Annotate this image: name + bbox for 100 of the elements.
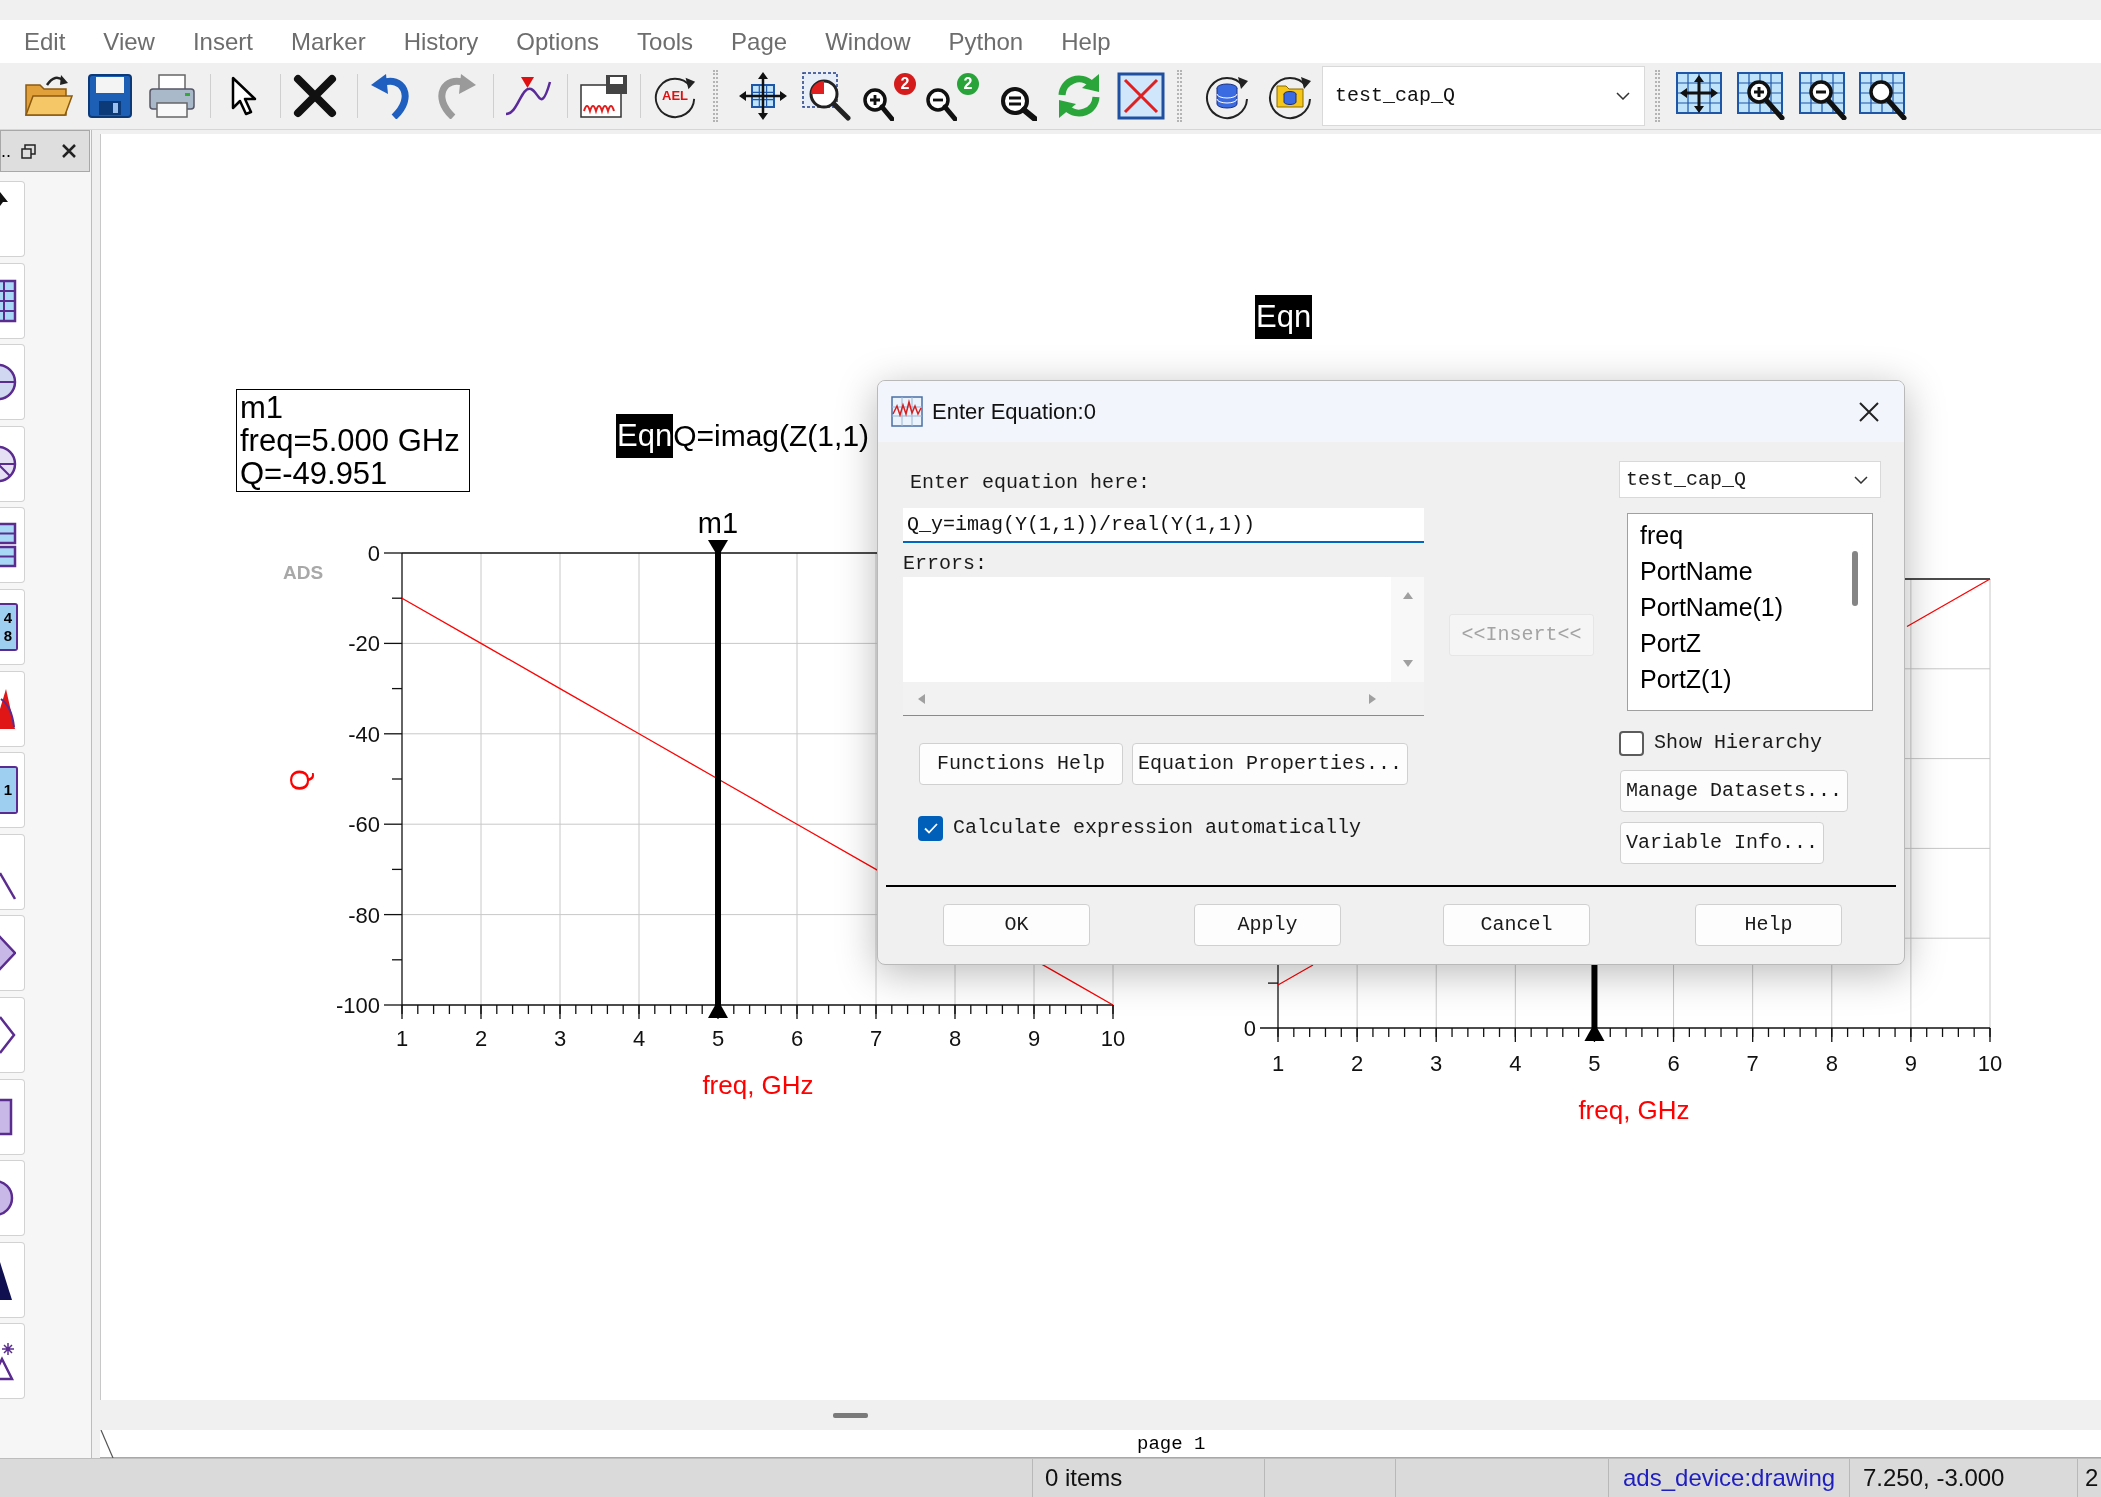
equation-field[interactable]: Q_y=imag(Y(1,1))/real(Y(1,1)) (903, 508, 1424, 543)
palette-button[interactable] (0, 181, 25, 257)
variable-item[interactable]: freq (1628, 517, 1838, 553)
checkbox[interactable] (918, 815, 943, 841)
status-text: ads_device:drawing (1623, 1463, 1836, 1493)
checkbox-label: Show Hierarchy (1654, 730, 1823, 756)
digit-label: 1 (3, 781, 13, 800)
menu-item[interactable]: Python (929, 25, 1043, 58)
dialog-button[interactable]: Variable Info... (1620, 822, 1824, 864)
palette-button[interactable] (0, 262, 25, 339)
splitter-handle[interactable] (833, 1412, 868, 1418)
stacked-table-icon[interactable] (0, 522, 17, 569)
plot-tag-label: ADS (283, 562, 324, 583)
restore-window-icon[interactable] (21, 143, 36, 159)
digit-label: 4 (3, 608, 13, 627)
diamond-icon[interactable] (0, 935, 16, 972)
sparkle-icon[interactable] (0, 1341, 16, 1382)
grid-zoom-icon[interactable] (1859, 72, 1907, 120)
dialog-button[interactable]: Cancel (1443, 904, 1590, 946)
zoom-in-icon[interactable] (862, 87, 894, 121)
dialog-title: Enter Equation:0 (932, 398, 1096, 426)
palette-button[interactable] (0, 1160, 25, 1237)
circle-cross-icon[interactable] (0, 443, 17, 484)
zoom-window-icon[interactable] (801, 71, 851, 121)
cursor-arrow-icon[interactable] (0, 192, 8, 206)
palette-button[interactable] (0, 1323, 25, 1400)
x-box-icon[interactable] (1117, 72, 1165, 120)
marker-curve-icon[interactable] (503, 74, 553, 118)
zoom-factor-badge: 2 (957, 73, 979, 95)
x-axis-title: freq, GHz (1578, 1095, 1690, 1125)
zoom-out-icon[interactable] (925, 87, 957, 121)
chevron-icon[interactable] (0, 1014, 16, 1055)
move-arrows-icon[interactable] (738, 71, 788, 121)
circle-grid-icon[interactable] (0, 362, 17, 403)
palette-button[interactable] (0, 425, 25, 502)
palette-button[interactable] (0, 507, 25, 584)
menu-item[interactable]: Help (1042, 25, 1130, 58)
dialog-button[interactable]: Help (1695, 904, 1842, 946)
field-label: Errors: (903, 552, 988, 576)
dialog-button[interactable]: OK (943, 904, 1090, 946)
tab-edge-line (100, 1429, 114, 1458)
cross-icon[interactable] (293, 74, 337, 118)
marker-label: m1 (697, 507, 739, 539)
dialog-button[interactable]: Apply (1194, 904, 1341, 946)
diagonal-line-icon[interactable] (0, 870, 16, 901)
x-tick-label: 10 (1977, 1051, 2003, 1076)
dataset-dropdown[interactable]: test_cap_Q (1322, 66, 1645, 126)
x-tick-label: 7 (869, 1026, 883, 1051)
x-tick-label: 5 (1588, 1051, 1601, 1076)
palette-button[interactable] (0, 915, 25, 992)
variable-list[interactable]: freq PortName PortName(1) PortZ PortZ(1) (1627, 513, 1873, 711)
close-icon[interactable] (1858, 400, 1880, 423)
menu-item[interactable]: Options (497, 25, 619, 58)
dialog-button[interactable]: Equation Properties... (1132, 743, 1408, 785)
menu-item[interactable]: History (384, 25, 498, 58)
palette-button[interactable] (0, 996, 25, 1073)
palette-button[interactable] (0, 1078, 25, 1155)
dialog-button[interactable]: Functions Help (919, 743, 1123, 785)
menu-item[interactable]: Tools (618, 25, 713, 58)
x-tick-label: 3 (553, 1026, 567, 1051)
save-icon[interactable] (87, 73, 133, 119)
menu-item[interactable]: View (84, 25, 174, 58)
x-tick-label: 4 (1509, 1051, 1522, 1076)
x-tick-label: 4 (632, 1026, 646, 1051)
variable-item[interactable]: PortName (1628, 553, 1838, 589)
palette-button[interactable] (0, 833, 25, 910)
checkbox[interactable] (1619, 730, 1644, 756)
palette-button[interactable] (0, 344, 25, 421)
menu-item[interactable]: Page (712, 25, 807, 58)
folder-icon[interactable] (23, 73, 73, 119)
table-icon[interactable] (0, 278, 17, 323)
ael-button[interactable]: AEL (652, 73, 698, 119)
equation-tag: Eqn (616, 414, 674, 458)
dataset-dropdown[interactable]: test_cap_Q (1619, 461, 1881, 498)
equation-tag: Eqn (1255, 295, 1313, 339)
waveform-chart-icon[interactable] (579, 73, 629, 119)
grid-zoom-in-icon[interactable] (1737, 72, 1785, 120)
palette-title: .. (1, 141, 11, 161)
y-tick-label: -80 (348, 902, 380, 928)
menu-item[interactable]: Insert (173, 25, 272, 58)
print-icon[interactable] (147, 73, 197, 119)
variable-item[interactable]: PortZ (1628, 625, 1838, 661)
palette-button[interactable] (0, 670, 25, 747)
x-tick-label: 3 (1430, 1051, 1443, 1076)
palette-button[interactable]: 4 8 (0, 588, 25, 665)
palette-button[interactable] (0, 1241, 25, 1318)
grid-zoom-out-icon[interactable] (1799, 72, 1847, 120)
variable-item[interactable]: PortZ(1) (1628, 661, 1838, 697)
menu-item[interactable]: Marker (272, 25, 385, 58)
menu-item[interactable]: Edit (5, 25, 85, 58)
chevron-down-icon (1616, 92, 1630, 100)
menu-item[interactable]: Window (806, 25, 930, 58)
chevron-down-icon (1854, 475, 1868, 484)
dialog-button[interactable]: Manage Datasets... (1620, 770, 1848, 812)
close-icon[interactable] (61, 143, 77, 159)
scrollbar-thumb[interactable] (1852, 551, 1858, 606)
zoom-factor-badge: 2 (894, 73, 916, 95)
palette-button[interactable]: 1 (0, 752, 25, 829)
y-tick-label: -40 (348, 721, 380, 747)
variable-item[interactable]: PortName(1) (1628, 589, 1838, 625)
